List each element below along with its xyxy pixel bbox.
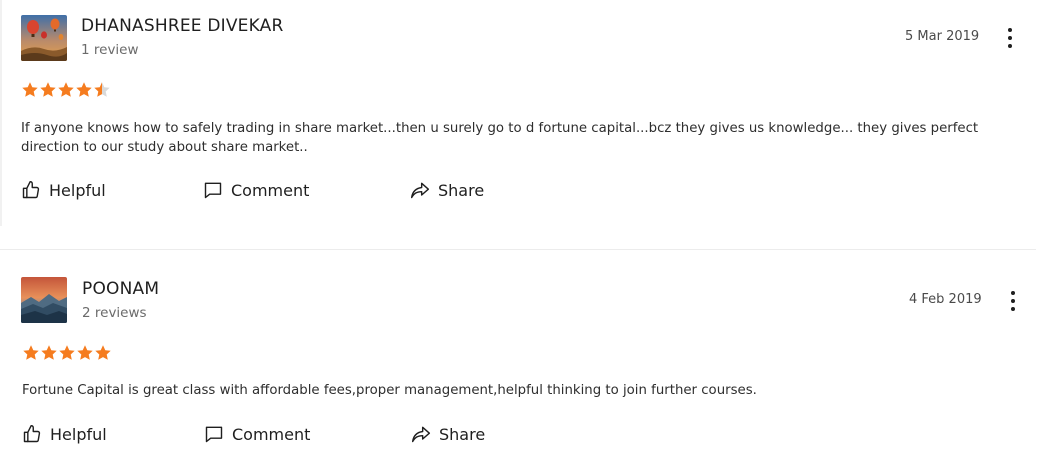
review-text: If anyone knows how to safely trading in… — [21, 121, 979, 155]
comment-button[interactable]: Comment — [204, 421, 310, 447]
hot-air-balloon-photo-icon — [21, 15, 67, 61]
share-label: Share — [439, 424, 486, 444]
share-arrow-icon — [410, 182, 430, 199]
review-actions: Helpful Comment Share — [22, 421, 622, 447]
comment-icon — [205, 426, 223, 443]
card-edge — [0, 0, 2, 226]
comment-button[interactable]: Comment — [203, 177, 309, 203]
thumbs-up-icon — [23, 424, 41, 443]
avatar[interactable] — [21, 15, 67, 61]
more-vertical-icon — [1011, 299, 1015, 303]
more-vertical-icon — [1008, 28, 1012, 32]
more-vertical-icon — [1011, 307, 1015, 311]
review-date: 4 Feb 2019 — [909, 292, 982, 307]
comment-label: Comment — [231, 180, 310, 200]
comment-icon — [204, 182, 222, 199]
more-vertical-icon — [1008, 36, 1012, 40]
review-actions: Helpful Comment Share — [21, 177, 621, 203]
review-card: POONAM 2 reviews 4 Feb 2019 Fortune Capi… — [0, 262, 1044, 474]
review-date: 5 Mar 2019 — [905, 29, 980, 44]
author-name[interactable]: POONAM — [82, 279, 159, 299]
helpful-button[interactable]: Helpful — [21, 177, 106, 203]
star-icon — [94, 82, 110, 97]
more-vertical-icon — [1008, 44, 1012, 48]
star-rating — [21, 81, 111, 101]
helpful-label: Helpful — [49, 180, 106, 200]
star-icon — [76, 82, 92, 97]
review-text: Fortune Capital is great class with affo… — [22, 383, 757, 398]
thumbs-up-icon — [22, 180, 40, 199]
helpful-label: Helpful — [50, 424, 107, 444]
more-vertical-icon — [1011, 291, 1015, 295]
star-icon — [77, 345, 93, 360]
review-card: DHANASHREE DIVEKAR 1 review 5 Mar 2019 I… — [0, 0, 1044, 236]
author-review-count: 2 reviews — [82, 305, 147, 321]
share-button[interactable]: Share — [411, 421, 485, 447]
share-label: Share — [438, 180, 485, 200]
mountain-sunset-photo-icon — [21, 277, 67, 323]
divider — [0, 249, 1036, 250]
avatar[interactable] — [21, 277, 67, 323]
star-icon — [23, 345, 39, 360]
helpful-button[interactable]: Helpful — [22, 421, 107, 447]
star-icon — [58, 82, 74, 97]
author-review-count: 1 review — [81, 42, 139, 58]
star-icon — [95, 345, 111, 360]
author-name[interactable]: DHANASHREE DIVEKAR — [81, 16, 284, 36]
share-button[interactable]: Share — [410, 177, 484, 203]
more-options-button[interactable] — [1001, 26, 1019, 50]
more-options-button[interactable] — [1004, 289, 1022, 313]
reviews-page: DHANASHREE DIVEKAR 1 review 5 Mar 2019 I… — [0, 0, 1044, 474]
star-icon — [40, 82, 56, 97]
star-icon — [41, 345, 57, 360]
star-icon — [22, 82, 38, 97]
comment-label: Comment — [232, 424, 311, 444]
share-arrow-icon — [411, 426, 431, 443]
star-icon — [59, 345, 75, 360]
star-rating — [22, 344, 112, 364]
